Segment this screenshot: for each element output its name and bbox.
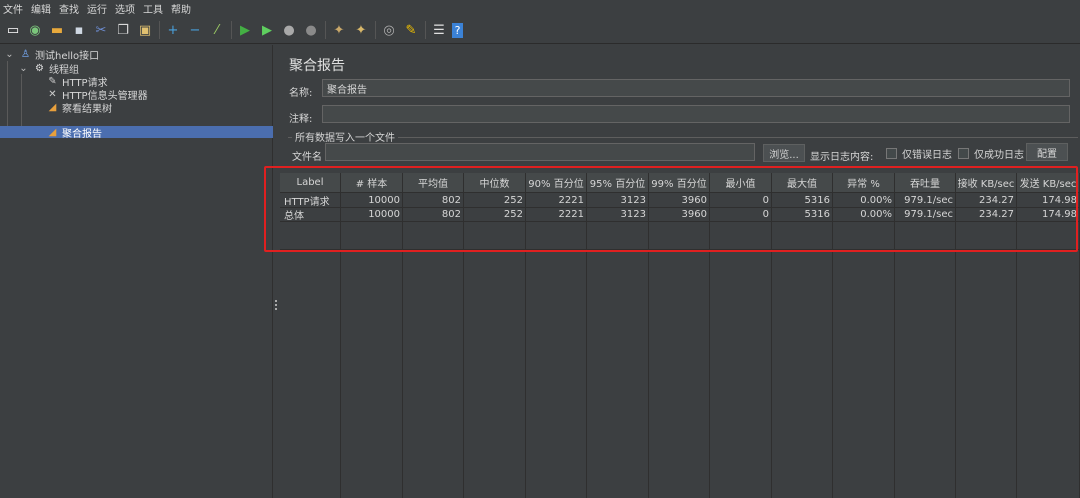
shutdown-icon[interactable]: ● (302, 21, 320, 39)
configure-button[interactable]: 配置 (1026, 143, 1068, 161)
toolbar: ▭ ◉ ▬ ▪ ✂ ❐ ▣ + − ⁄ ▶ ▶ ● ● ✦ ✦ ◎ ✎ ☰? (0, 17, 1080, 44)
page-title: 聚合报告 (289, 58, 345, 74)
errors-only-label: 仅错误日志 (902, 150, 952, 161)
cut-icon[interactable]: ✂ (92, 21, 110, 39)
menu-item[interactable]: 选项 (115, 1, 135, 16)
browse-button[interactable]: 浏览... (763, 144, 805, 162)
toolbar-separator (425, 21, 426, 39)
success-only-label: 仅成功日志 (974, 150, 1024, 161)
name-label: 名称: (289, 88, 313, 99)
checkbox-box[interactable] (886, 148, 897, 159)
clear-icon[interactable]: ✦ (330, 21, 348, 39)
checkbox-box[interactable] (958, 148, 969, 159)
toggle-icon[interactable]: ⁄ (208, 21, 226, 39)
start-icon[interactable]: ▶ (236, 21, 254, 39)
chart-icon: ◢ (48, 126, 57, 138)
filename-field[interactable] (325, 143, 755, 161)
new-icon[interactable]: ▭ (4, 21, 22, 39)
stop-icon[interactable]: ● (280, 21, 298, 39)
wrench-icon: ✕ (48, 88, 57, 100)
comment-field[interactable] (322, 105, 1070, 123)
chevron-down-icon[interactable]: ⌄ (17, 62, 30, 74)
toolbar-separator (231, 21, 232, 39)
gear-icon: ⚙ (35, 62, 44, 74)
filename-label: 文件名 (292, 152, 322, 163)
menu-item[interactable]: 运行 (87, 1, 107, 16)
file-group-label: 所有数据写入一个文件 (292, 129, 398, 144)
panel-splitter[interactable] (273, 45, 280, 498)
highlight-box (264, 166, 1078, 252)
collapse-icon[interactable]: − (186, 21, 204, 39)
tree-node-header-manager[interactable]: ✕ HTTP信息头管理器 (46, 88, 147, 102)
menu-item[interactable]: 工具 (143, 1, 163, 16)
comment-label: 注释: (289, 114, 313, 125)
splitter-grip[interactable] (275, 300, 277, 310)
start-no-pause-icon[interactable]: ▶ (258, 21, 276, 39)
tree-node-label: 聚合报告 (62, 128, 102, 140)
tree-node-label: 察看结果树 (62, 103, 112, 115)
tree-node-results-tree[interactable]: ◢ 察看结果树 (46, 101, 112, 115)
tree-node-label: 测试hello接口 (35, 50, 100, 62)
name-field[interactable]: 聚合报告 (322, 79, 1070, 97)
save-icon[interactable]: ▪ (70, 21, 88, 39)
sampler-pen-icon: ✎ (48, 75, 57, 87)
toolbar-separator (375, 21, 376, 39)
clear-all-icon[interactable]: ✦ (352, 21, 370, 39)
success-only-checkbox[interactable]: 仅成功日志 (958, 146, 1024, 161)
menu-item[interactable]: 查找 (59, 1, 79, 16)
menu-bar: 文件 编辑 查找 运行 选项 工具 帮助 (0, 0, 1080, 17)
menu-item[interactable]: 编辑 (31, 1, 51, 16)
open-icon[interactable]: ▬ (48, 21, 66, 39)
menu-item[interactable]: 帮助 (171, 1, 191, 16)
aggregate-report-panel: 聚合报告 名称: 聚合报告 注释: 所有数据写入一个文件 文件名 浏览... 显… (280, 45, 1080, 498)
toolbar-separator (325, 21, 326, 39)
paste-icon[interactable]: ▣ (136, 21, 154, 39)
toolbar-separator (159, 21, 160, 39)
chevron-down-icon[interactable]: ⌄ (3, 48, 16, 60)
function-helper-icon[interactable]: ☰ (430, 21, 448, 39)
search-icon[interactable]: ◎ (380, 21, 398, 39)
test-plan-icon: ♙ (21, 48, 30, 60)
tree-node-http-request[interactable]: ✎ HTTP请求 (46, 75, 107, 89)
reset-search-icon[interactable]: ✎ (402, 21, 420, 39)
test-plan-tree: ⌄ ♙ 测试hello接口 ⌄ ⚙ 线程组 ✎ HTTP请求 ✕ HTTP信息头… (0, 45, 273, 498)
templates-icon[interactable]: ◉ (26, 21, 44, 39)
copy-icon[interactable]: ❐ (114, 21, 132, 39)
tree-node-thread-group[interactable]: ⌄ ⚙ 线程组 (17, 62, 79, 76)
file-group-border (288, 137, 1078, 138)
chart-icon: ◢ (48, 101, 57, 113)
errors-only-checkbox[interactable]: 仅错误日志 (886, 146, 952, 161)
tree-node-aggregate-report[interactable]: ◢ 聚合报告 (0, 126, 273, 140)
tree-node-test-plan[interactable]: ⌄ ♙ 测试hello接口 (3, 48, 100, 62)
menu-item[interactable]: 文件 (3, 1, 23, 16)
help-icon[interactable]: ? (452, 22, 463, 38)
log-content-label: 显示日志内容: (810, 152, 874, 163)
expand-icon[interactable]: + (164, 21, 182, 39)
